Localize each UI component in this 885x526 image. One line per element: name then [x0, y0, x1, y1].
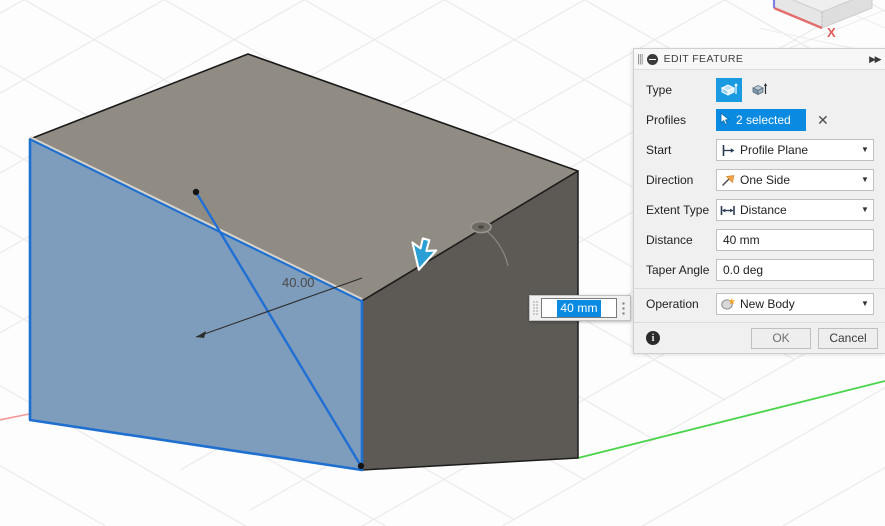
- sketch-point-bottom: [358, 463, 364, 469]
- row-taper-angle-label: Taper Angle: [646, 263, 716, 277]
- distance-arrows-icon: [717, 204, 739, 217]
- operation-dropdown[interactable]: New Body ▼: [716, 293, 874, 315]
- profiles-selection-chip[interactable]: 2 selected: [716, 109, 806, 131]
- distance-input[interactable]: 40 mm: [716, 229, 874, 251]
- drag-grip-icon[interactable]: [530, 296, 541, 320]
- row-extent-type: Extent Type Distance: [634, 195, 885, 225]
- start-value: Profile Plane: [739, 143, 857, 157]
- collapse-minus-icon[interactable]: [647, 54, 658, 65]
- pointer-select-icon: [720, 112, 732, 129]
- edit-feature-dialog: ||| EDIT FEATURE ▶▶ Type: [633, 48, 885, 354]
- kebab-menu-icon[interactable]: [617, 296, 630, 320]
- dimension-value-label[interactable]: 40.00: [282, 275, 315, 290]
- dimension-input-value: 40 mm: [557, 300, 600, 317]
- extrude-taper-icon[interactable]: [746, 78, 772, 102]
- row-profiles: Profiles 2 selected ✕: [634, 105, 885, 135]
- row-type: Type: [634, 75, 885, 105]
- drag-grip-icon[interactable]: |||: [637, 54, 643, 65]
- info-icon[interactable]: i: [646, 331, 660, 345]
- extent-type-value: Distance: [739, 203, 857, 217]
- chevron-down-icon[interactable]: ▼: [857, 300, 873, 308]
- manipulator-handle-center: [478, 225, 484, 228]
- row-distance-label: Distance: [646, 233, 716, 247]
- row-start: Start Profile Plane ▼: [634, 135, 885, 165]
- row-distance: Distance 40 mm: [634, 225, 885, 255]
- dialog-footer: i OK Cancel: [634, 322, 885, 353]
- one-side-arrow-icon: [717, 174, 739, 187]
- row-extent-type-label: Extent Type: [646, 203, 716, 217]
- chevron-down-icon[interactable]: ▼: [857, 176, 873, 184]
- fusion-workspace: 40.00 X 40 mm: [0, 0, 885, 526]
- extrude-profile-icon[interactable]: [716, 78, 742, 102]
- row-start-label: Start: [646, 143, 716, 157]
- ok-button[interactable]: OK: [751, 328, 811, 349]
- start-dropdown[interactable]: Profile Plane ▼: [716, 139, 874, 161]
- new-body-icon: [717, 297, 739, 311]
- dialog-title: EDIT FEATURE: [664, 53, 870, 65]
- row-operation-label: Operation: [646, 297, 716, 311]
- direction-dropdown[interactable]: One Side ▼: [716, 169, 874, 191]
- extent-type-dropdown[interactable]: Distance ▼: [716, 199, 874, 221]
- sketch-point-top: [193, 189, 199, 195]
- inline-dimension-editor[interactable]: 40 mm: [529, 295, 631, 321]
- row-direction: Direction One Side ▼: [634, 165, 885, 195]
- row-direction-label: Direction: [646, 173, 716, 187]
- profile-plane-icon: [717, 144, 739, 157]
- dimension-input[interactable]: 40 mm: [541, 298, 617, 318]
- operation-value: New Body: [739, 297, 857, 311]
- distance-value: 40 mm: [717, 233, 760, 247]
- clear-x-icon[interactable]: ✕: [817, 113, 829, 127]
- chevron-down-icon[interactable]: ▼: [857, 206, 873, 214]
- taper-angle-value: 0.0 deg: [717, 263, 763, 277]
- dialog-body: Type: [634, 70, 885, 322]
- taper-angle-input[interactable]: 0.0 deg: [716, 259, 874, 281]
- row-type-label: Type: [646, 83, 716, 97]
- row-taper-angle: Taper Angle 0.0 deg: [634, 255, 885, 285]
- profiles-selection-text: 2 selected: [736, 113, 791, 127]
- row-operation: Operation New Body ▼: [634, 289, 885, 319]
- cancel-button[interactable]: Cancel: [818, 328, 878, 349]
- dialog-titlebar[interactable]: ||| EDIT FEATURE ▶▶: [634, 49, 885, 70]
- chevron-down-icon[interactable]: ▼: [857, 146, 873, 154]
- direction-value: One Side: [739, 173, 857, 187]
- expand-right-chevrons-icon[interactable]: ▶▶: [869, 55, 880, 64]
- row-profiles-label: Profiles: [646, 113, 716, 127]
